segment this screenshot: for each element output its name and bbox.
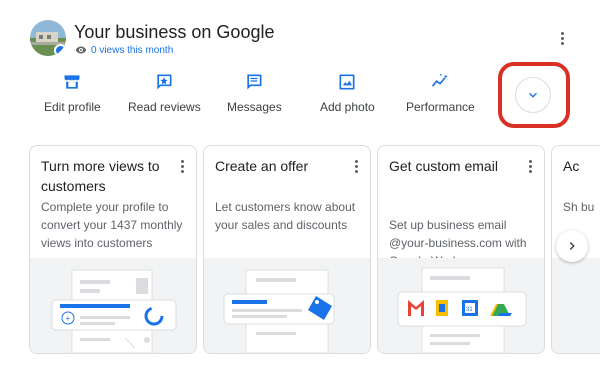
eye-icon [75, 46, 87, 54]
performance-label: Performance [406, 100, 475, 114]
read-reviews-label: Read reviews [128, 100, 201, 114]
expand-actions-button[interactable] [515, 77, 551, 113]
next-cards-button[interactable] [556, 230, 588, 262]
views-text: 0 views this month [91, 44, 174, 56]
svg-text:31: 31 [466, 307, 473, 313]
card-description: Sh bu [563, 200, 595, 214]
page-title: Your business on Google [74, 22, 275, 42]
card-more-views[interactable]: Turn more views to customers Complete yo… [29, 145, 197, 354]
more-vert-icon[interactable] [524, 158, 536, 174]
business-header: Your business on Google 0 views this mon… [28, 14, 568, 58]
card-custom-email[interactable]: Get custom email Set up business email @… [377, 145, 545, 354]
storefront-icon [64, 75, 80, 89]
more-vert-icon[interactable] [176, 158, 188, 174]
card-illustration [552, 258, 600, 353]
card-description: Complete your profile to convert your 14… [41, 200, 183, 250]
verified-badge-icon [54, 44, 66, 56]
message-icon [247, 74, 262, 90]
views-count[interactable]: 0 views this month [75, 44, 173, 56]
offer-illustration [204, 258, 370, 353]
edit-profile-button[interactable]: Edit profile [44, 72, 101, 114]
card-description: Let customers know about your sales and … [215, 200, 356, 232]
card-title: Get custom email [389, 158, 498, 174]
card-title: Create an offer [215, 158, 309, 174]
messages-label: Messages [227, 100, 282, 114]
chevron-right-icon [569, 242, 575, 250]
card-title: Turn more views to customers [41, 158, 160, 194]
more-vert-icon[interactable] [350, 158, 362, 174]
card-create-offer[interactable]: Create an offer Let customers know about… [203, 145, 371, 354]
more-vert-icon[interactable] [552, 28, 572, 48]
workspace-illustration: 31 [378, 258, 544, 353]
photo-icon [339, 74, 355, 90]
profile-illustration: + [30, 258, 196, 353]
business-avatar[interactable] [30, 20, 66, 56]
read-reviews-button[interactable]: Read reviews [128, 72, 201, 114]
performance-button[interactable]: Performance [406, 72, 475, 114]
card-title: Ac [563, 158, 580, 174]
edit-profile-label: Edit profile [44, 100, 101, 114]
reviews-icon [157, 74, 172, 90]
add-photo-button[interactable]: Add photo [320, 72, 375, 114]
add-photo-label: Add photo [320, 100, 375, 114]
chevron-down-icon [529, 92, 537, 98]
trending-icon [432, 73, 449, 87]
messages-button[interactable]: Messages [227, 72, 282, 114]
svg-text:+: + [66, 314, 71, 323]
